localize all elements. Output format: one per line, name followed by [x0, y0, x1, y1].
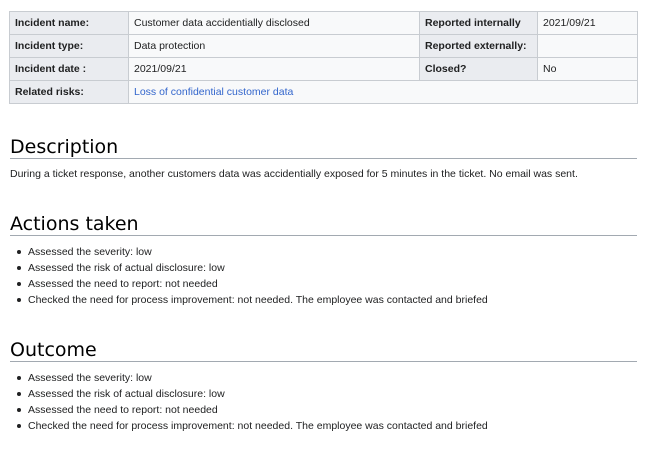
incident-name-label: Incident name: — [9, 11, 129, 35]
list-item-text: Assessed the need to report: not needed — [28, 404, 218, 416]
actions-taken-heading: Actions taken — [10, 213, 637, 236]
closed-value: No — [537, 57, 638, 81]
bullet-icon — [17, 392, 21, 396]
list-item-text: Assessed the severity: low — [28, 246, 152, 258]
list-item: Checked the need for process improvement… — [17, 418, 488, 434]
incident-infobox: Incident name: Customer data accidential… — [9, 11, 638, 104]
reported-externally-value — [537, 34, 638, 58]
list-item-text: Checked the need for process improvement… — [28, 294, 488, 306]
list-item-text: Checked the need for process improvement… — [28, 420, 488, 432]
list-item: Assessed the need to report: not needed — [17, 276, 488, 292]
incident-row: Incident name: Customer data accidential… — [9, 11, 638, 35]
incident-row: Related risks: Loss of confidential cust… — [9, 80, 638, 104]
description-text: During a ticket response, another custom… — [10, 168, 578, 180]
reported-externally-label: Reported externally: — [419, 34, 538, 58]
incident-date-label: Incident date : — [9, 57, 129, 81]
list-item: Assessed the severity: low — [17, 370, 488, 386]
incident-date-value: 2021/09/21 — [128, 57, 420, 81]
list-item-text: Assessed the need to report: not needed — [28, 278, 218, 290]
related-risks-label: Related risks: — [9, 80, 129, 104]
description-heading: Description — [10, 136, 637, 159]
bullet-icon — [17, 298, 21, 302]
outcome-heading: Outcome — [10, 339, 637, 362]
bullet-icon — [17, 266, 21, 270]
outcome-list: Assessed the severity: low Assessed the … — [10, 370, 488, 434]
related-risks-value: Loss of confidential customer data — [128, 80, 638, 104]
bullet-icon — [17, 250, 21, 254]
bullet-icon — [17, 282, 21, 286]
reported-internally-value: 2021/09/21 — [537, 11, 638, 35]
related-risk-link[interactable]: Loss of confidential customer data — [134, 86, 293, 98]
list-item-text: Assessed the risk of actual disclosure: … — [28, 262, 225, 274]
list-item: Assessed the severity: low — [17, 244, 488, 260]
incident-type-label: Incident type: — [9, 34, 129, 58]
closed-label: Closed? — [419, 57, 538, 81]
list-item: Checked the need for process improvement… — [17, 292, 488, 308]
bullet-icon — [17, 408, 21, 412]
bullet-icon — [17, 424, 21, 428]
incident-name-value: Customer data accidentially disclosed — [128, 11, 420, 35]
actions-taken-list: Assessed the severity: low Assessed the … — [10, 244, 488, 308]
list-item: Assessed the risk of actual disclosure: … — [17, 386, 488, 402]
incident-type-value: Data protection — [128, 34, 420, 58]
list-item-text: Assessed the risk of actual disclosure: … — [28, 388, 225, 400]
incident-row: Incident date : 2021/09/21 Closed? No — [9, 57, 638, 81]
list-item-text: Assessed the severity: low — [28, 372, 152, 384]
list-item: Assessed the risk of actual disclosure: … — [17, 260, 488, 276]
incident-row: Incident type: Data protection Reported … — [9, 34, 638, 58]
bullet-icon — [17, 376, 21, 380]
reported-internally-label: Reported internally — [419, 11, 538, 35]
list-item: Assessed the need to report: not needed — [17, 402, 488, 418]
